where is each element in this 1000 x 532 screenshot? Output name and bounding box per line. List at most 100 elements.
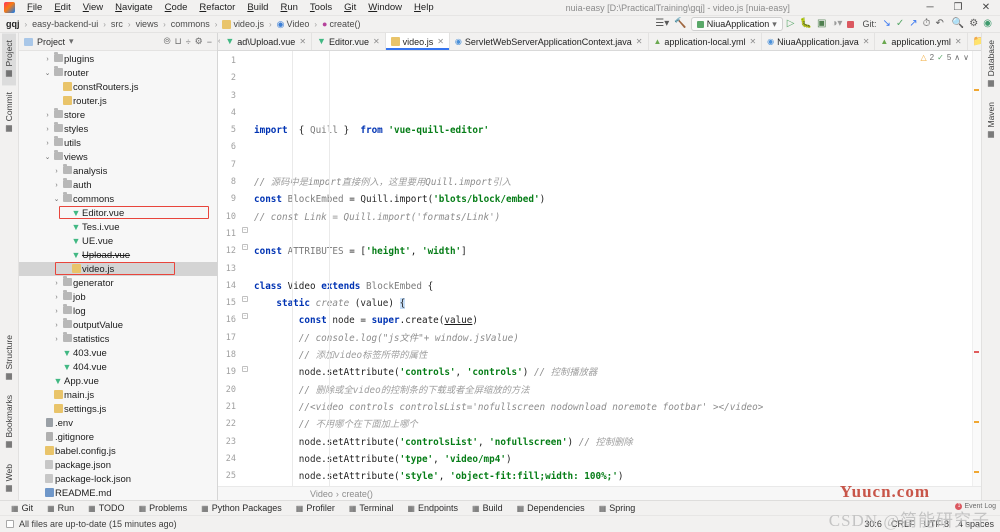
menu-item-git[interactable]: Git xyxy=(338,1,362,14)
tree-node-tes-i-vue[interactable]: ▼Tes.i.vue xyxy=(19,220,217,234)
tree-node-video-js[interactable]: video.js xyxy=(19,262,217,276)
code-line[interactable]: // console.log("js文件"+ window.jsValue) xyxy=(254,330,981,347)
code-line[interactable]: const ATTRIBUTES = ['height', 'width'] xyxy=(254,243,981,260)
fold-marker[interactable]: − xyxy=(242,244,248,250)
tree-node-babel-config-js[interactable]: babel.config.js xyxy=(19,444,217,458)
editor-tab-niuaapplication-java[interactable]: ◉NiuaApplication.java✕ xyxy=(762,33,875,50)
tree-twisty-icon[interactable]: › xyxy=(52,168,61,175)
code-line[interactable] xyxy=(254,261,981,278)
caret-position[interactable]: 30:6 xyxy=(864,519,882,529)
code-line[interactable]: const node = super.create(value) xyxy=(254,312,981,329)
code-line[interactable]: node.setAttribute('type', 'video/mp4') xyxy=(254,451,981,468)
update-project-icon[interactable]: ↘ xyxy=(882,19,890,29)
code-line[interactable]: // 不用哪个在下面加上哪个 xyxy=(254,416,981,433)
tree-twisty-icon[interactable]: › xyxy=(52,294,61,301)
menu-item-file[interactable]: File xyxy=(21,1,48,14)
code-line[interactable]: node.setAttribute('controls', 'controls'… xyxy=(254,364,981,381)
editor-tab-servletwebserverapplicationcontext-java[interactable]: ◉ServletWebServerApplicationContext.java… xyxy=(450,33,649,50)
bottom-tool-build[interactable]: ▦Build xyxy=(465,503,510,513)
menu-item-tools[interactable]: Tools xyxy=(304,1,338,14)
maximize-button[interactable]: ❐ xyxy=(944,2,972,13)
menu-item-refactor[interactable]: Refactor xyxy=(193,1,241,14)
tool-window-tab-web[interactable]: ▦Web xyxy=(2,457,16,500)
tool-window-tab-bookmarks[interactable]: ▦Bookmarks xyxy=(2,388,16,457)
breadcrumb-item-src[interactable]: src xyxy=(109,19,125,29)
breadcrumb-method[interactable]: create() xyxy=(342,489,373,499)
tree-node--gitignore[interactable]: .gitignore xyxy=(19,430,217,444)
line-separator[interactable]: CRLF xyxy=(891,519,915,529)
tree-node-package-lock-json[interactable]: package-lock.json xyxy=(19,472,217,486)
tree-node-log[interactable]: ›log xyxy=(19,304,217,318)
code-line[interactable]: import { Quill } from 'vue-quill-editor' xyxy=(254,122,981,139)
code-line[interactable]: node.setAttribute('controlsList', 'noful… xyxy=(254,434,981,451)
file-icon[interactable]: 📁 xyxy=(973,37,981,47)
code-line[interactable]: // 删除或全video的控制条的下载或者全屏缩放的方法 xyxy=(254,382,981,399)
next-problem-icon[interactable]: ∨ xyxy=(963,53,969,62)
code-line[interactable] xyxy=(254,157,981,174)
bottom-tool-terminal[interactable]: ▦Terminal xyxy=(342,503,401,513)
build-icon[interactable]: ☰▾ xyxy=(655,19,669,29)
fold-marker[interactable]: − xyxy=(242,313,248,319)
code-line[interactable]: static create (value) { xyxy=(254,295,981,312)
close-icon[interactable]: ✕ xyxy=(299,37,306,46)
breadcrumb-item-views[interactable]: views xyxy=(134,19,161,29)
settings-icon[interactable]: ⚙ xyxy=(195,36,203,47)
tree-twisty-icon[interactable]: › xyxy=(52,280,61,287)
breadcrumb-item-easy-backend-ui[interactable]: easy-backend-ui xyxy=(30,19,100,29)
profile-icon[interactable]: ◑▾ xyxy=(831,19,842,29)
editor-status-stripe[interactable] xyxy=(972,51,981,486)
run-icon[interactable]: ▷ xyxy=(787,19,795,29)
account-icon[interactable]: ◉ xyxy=(983,19,992,29)
close-icon[interactable]: ✕ xyxy=(863,37,870,46)
code-line[interactable] xyxy=(254,226,981,243)
tool-window-tab-database[interactable]: ▦Database xyxy=(984,33,998,95)
bottom-tool-spring[interactable]: ▦Spring xyxy=(592,503,643,513)
menu-item-build[interactable]: Build xyxy=(241,1,274,14)
tree-node-readme-md[interactable]: README.md xyxy=(19,486,217,500)
menu-item-view[interactable]: View xyxy=(77,1,109,14)
tree-node-generator[interactable]: ›generator xyxy=(19,276,217,290)
code-line[interactable]: // 添加video标签所带的属性 xyxy=(254,347,981,364)
code-line[interactable]: const BlockEmbed = Quill.import('blots/b… xyxy=(254,191,981,208)
prev-problem-icon[interactable]: ∧ xyxy=(954,53,960,62)
hammer-icon[interactable]: 🔨 xyxy=(674,19,686,29)
tree-node-auth[interactable]: ›auth xyxy=(19,178,217,192)
close-icon[interactable]: ✕ xyxy=(749,37,756,46)
breadcrumb-item-video-js[interactable]: video.js xyxy=(220,19,266,29)
tree-twisty-icon[interactable]: › xyxy=(52,308,61,315)
menu-item-window[interactable]: Window xyxy=(362,1,408,14)
code-line[interactable]: class Video extends BlockEmbed { xyxy=(254,278,981,295)
tree-node-upload-vue[interactable]: ▼Upload.vue xyxy=(19,248,217,262)
tree-node-job[interactable]: ›job xyxy=(19,290,217,304)
tree-node-statistics[interactable]: ›statistics xyxy=(19,332,217,346)
breadcrumb-item-commons[interactable]: commons xyxy=(169,19,212,29)
breadcrumb-item-create--[interactable]: ●create() xyxy=(320,19,362,29)
tree-node-main-js[interactable]: main.js xyxy=(19,388,217,402)
tree-node-views[interactable]: ⌄views xyxy=(19,150,217,164)
event-log-label[interactable]: Event Log xyxy=(964,503,996,510)
main-menu[interactable]: FileEditViewNavigateCodeRefactorBuildRun… xyxy=(21,1,440,14)
tree-node-analysis[interactable]: ›analysis xyxy=(19,164,217,178)
coverage-icon[interactable]: ▣ xyxy=(817,19,826,29)
fold-marker[interactable]: − xyxy=(242,296,248,302)
file-encoding[interactable]: UTF-8 xyxy=(923,519,949,529)
tree-twisty-icon[interactable]: › xyxy=(52,182,61,189)
menu-item-help[interactable]: Help xyxy=(408,1,440,14)
tree-node-editor-vue[interactable]: ▼Editor.vue xyxy=(19,206,217,220)
tool-window-tab-maven[interactable]: ▦Maven xyxy=(984,95,998,147)
tree-node-403-vue[interactable]: ▼403.vue xyxy=(19,346,217,360)
menu-item-edit[interactable]: Edit xyxy=(48,1,76,14)
commit-icon[interactable]: ✓ xyxy=(896,19,904,29)
code-line[interactable] xyxy=(254,139,981,156)
tree-node-router-js[interactable]: router.js xyxy=(19,94,217,108)
settings-icon[interactable]: ⚙ xyxy=(969,19,978,29)
menu-item-navigate[interactable]: Navigate xyxy=(109,1,159,14)
tree-node-utils[interactable]: ›utils xyxy=(19,136,217,150)
tree-node-router[interactable]: ⌄router xyxy=(19,66,217,80)
bottom-tool-todo[interactable]: ▦TODO xyxy=(81,503,131,513)
tree-twisty-icon[interactable]: › xyxy=(43,112,52,119)
tree-node-plugins[interactable]: ›plugins xyxy=(19,52,217,66)
close-icon[interactable]: ✕ xyxy=(636,37,643,46)
tree-twisty-icon[interactable]: ⌄ xyxy=(43,69,52,77)
tree-node-settings-js[interactable]: settings.js xyxy=(19,402,217,416)
